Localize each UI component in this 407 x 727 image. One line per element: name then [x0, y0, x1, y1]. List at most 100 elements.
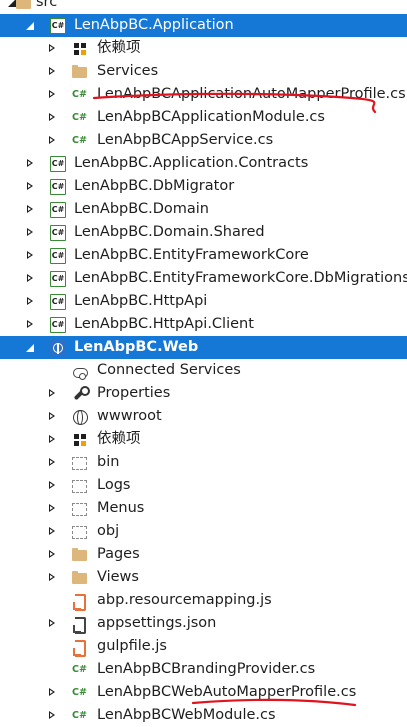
collapse-arrow-icon[interactable] [46, 520, 58, 543]
collapse-arrow-icon[interactable] [24, 244, 36, 267]
expand-arrow-icon[interactable] [24, 14, 36, 37]
tree-item-label: LenAbpBCApplicationAutoMapperProfile.cs [97, 86, 406, 102]
tree-item-label: abp.resourcemapping.js [97, 592, 272, 608]
tree-item[interactable]: LenAbpBC.Application [0, 14, 407, 37]
tree-item-label: LenAbpBC.Application [74, 17, 234, 33]
collapse-arrow-icon[interactable] [24, 221, 36, 244]
tree-item[interactable]: LenAbpBC.DbMigrator [0, 175, 407, 198]
tree-item[interactable]: Properties [0, 382, 407, 405]
collapse-arrow-icon[interactable] [46, 129, 58, 152]
tree-item[interactable]: LenAbpBC.Domain [0, 198, 407, 221]
tree-item[interactable]: LenAbpBC.Web [0, 336, 407, 359]
globe-icon [72, 409, 88, 425]
tree-item-label: Connected Services [97, 362, 241, 378]
tree-item[interactable]: LenAbpBCAppService.cs [0, 129, 407, 152]
tree-item[interactable]: Views [0, 566, 407, 589]
tree-item[interactable]: Menus [0, 497, 407, 520]
tree-item[interactable]: appsettings.json [0, 612, 407, 635]
tree-item-label: LenAbpBCAppService.cs [97, 132, 274, 148]
csharp-file-icon [72, 84, 88, 106]
csharp-file-icon [72, 682, 88, 704]
tree-item[interactable]: LenAbpBC.HttpApi.Client [0, 313, 407, 336]
csharp-project-icon [50, 202, 66, 218]
tree-item-label: Services [97, 63, 159, 79]
tree-item-label: LenAbpBC.DbMigrator [74, 178, 235, 194]
tree-item[interactable]: 依赖项 [0, 428, 407, 451]
collapse-arrow-icon[interactable] [46, 428, 58, 451]
folder-icon [72, 570, 88, 586]
tree-item-label: appsettings.json [97, 615, 217, 631]
tree-item-label: bin [97, 454, 120, 470]
tree-item[interactable]: gulpfile.js [0, 635, 407, 658]
collapse-arrow-icon[interactable] [46, 566, 58, 589]
expand-arrow-icon[interactable] [24, 336, 36, 359]
tree-item-label: Views [97, 569, 139, 585]
tree-item[interactable]: bin [0, 451, 407, 474]
collapse-arrow-icon[interactable] [46, 543, 58, 566]
tree-item[interactable]: LenAbpBCApplicationAutoMapperProfile.cs [0, 83, 407, 106]
collapse-arrow-icon[interactable] [46, 60, 58, 83]
collapse-arrow-icon[interactable] [46, 612, 58, 635]
tree-item[interactable]: 依赖项 [0, 37, 407, 60]
collapse-arrow-icon[interactable] [24, 175, 36, 198]
tree-item[interactable]: Connected Services [0, 359, 407, 382]
dashed-folder-icon [72, 524, 88, 540]
web-project-icon [50, 340, 66, 356]
collapse-arrow-icon[interactable] [46, 382, 58, 405]
dashed-folder-icon [72, 501, 88, 517]
tree-item[interactable]: LenAbpBCBrandingProvider.cs [0, 658, 407, 681]
tree-item[interactable]: LenAbpBC.EntityFrameworkCore.DbMigration… [0, 267, 407, 290]
tree-item-label: Logs [97, 477, 131, 493]
csharp-project-icon [50, 179, 66, 195]
tree-item[interactable]: LenAbpBCWebModule.cs [0, 704, 407, 727]
collapse-arrow-icon[interactable] [24, 290, 36, 313]
tree-item[interactable]: Logs [0, 474, 407, 497]
csharp-project-icon [50, 225, 66, 241]
tree-item[interactable]: LenAbpBCWebAutoMapperProfile.cs [0, 681, 407, 704]
tree-item-label: LenAbpBC.Domain [74, 201, 209, 217]
csharp-file-icon [72, 107, 88, 129]
js-file-icon [72, 639, 88, 657]
collapse-arrow-icon[interactable] [46, 497, 58, 520]
tree-item-label: obj [97, 523, 120, 539]
collapse-arrow-icon[interactable] [46, 704, 58, 727]
solution-explorer-tree: src LenAbpBC.Application 依赖项 Services LenAbp… [0, 0, 407, 727]
tree-item-label: Pages [97, 546, 140, 562]
collapse-arrow-icon[interactable] [46, 405, 58, 428]
csharp-file-icon [72, 659, 88, 681]
tree-item-label: LenAbpBC.HttpApi [74, 293, 208, 309]
tree-item[interactable]: obj [0, 520, 407, 543]
tree-item[interactable]: LenAbpBC.Application.Contracts [0, 152, 407, 175]
tree-item-label: src [36, 0, 58, 10]
collapse-arrow-icon[interactable] [46, 474, 58, 497]
collapse-arrow-icon[interactable] [46, 681, 58, 704]
tree-item[interactable]: wwwroot [0, 405, 407, 428]
collapse-arrow-icon[interactable] [46, 451, 58, 474]
collapse-arrow-icon[interactable] [46, 106, 58, 129]
tree-item[interactable]: abp.resourcemapping.js [0, 589, 407, 612]
tree-item-label: wwwroot [97, 408, 162, 424]
tree-item[interactable]: Services [0, 60, 407, 83]
tree-item[interactable]: Pages [0, 543, 407, 566]
tree-item-label: LenAbpBCBrandingProvider.cs [97, 661, 316, 677]
tree-item[interactable]: LenAbpBC.EntityFrameworkCore [0, 244, 407, 267]
collapse-arrow-icon[interactable] [46, 83, 58, 106]
collapse-arrow-icon[interactable] [24, 313, 36, 336]
tree-item[interactable]: LenAbpBC.Domain.Shared [0, 221, 407, 244]
dashed-folder-icon [72, 478, 88, 494]
dependencies-icon [72, 41, 88, 57]
tree-item-label: LenAbpBC.HttpApi.Client [74, 316, 254, 332]
collapse-arrow-icon[interactable] [24, 198, 36, 221]
tree-item-label: gulpfile.js [97, 638, 167, 654]
collapse-arrow-icon[interactable] [46, 37, 58, 60]
connected-services-icon [72, 363, 88, 380]
csharp-project-icon [50, 156, 66, 172]
tree-item-label: LenAbpBC.Application.Contracts [74, 155, 309, 171]
tree-item[interactable]: LenAbpBCApplicationModule.cs [0, 106, 407, 129]
collapse-arrow-icon[interactable] [24, 267, 36, 290]
collapse-arrow-icon[interactable] [24, 152, 36, 175]
tree-item[interactable]: src [0, 0, 407, 14]
tree-item-label: 依赖项 [97, 40, 141, 56]
tree-item[interactable]: LenAbpBC.HttpApi [0, 290, 407, 313]
csharp-project-icon [50, 271, 66, 287]
